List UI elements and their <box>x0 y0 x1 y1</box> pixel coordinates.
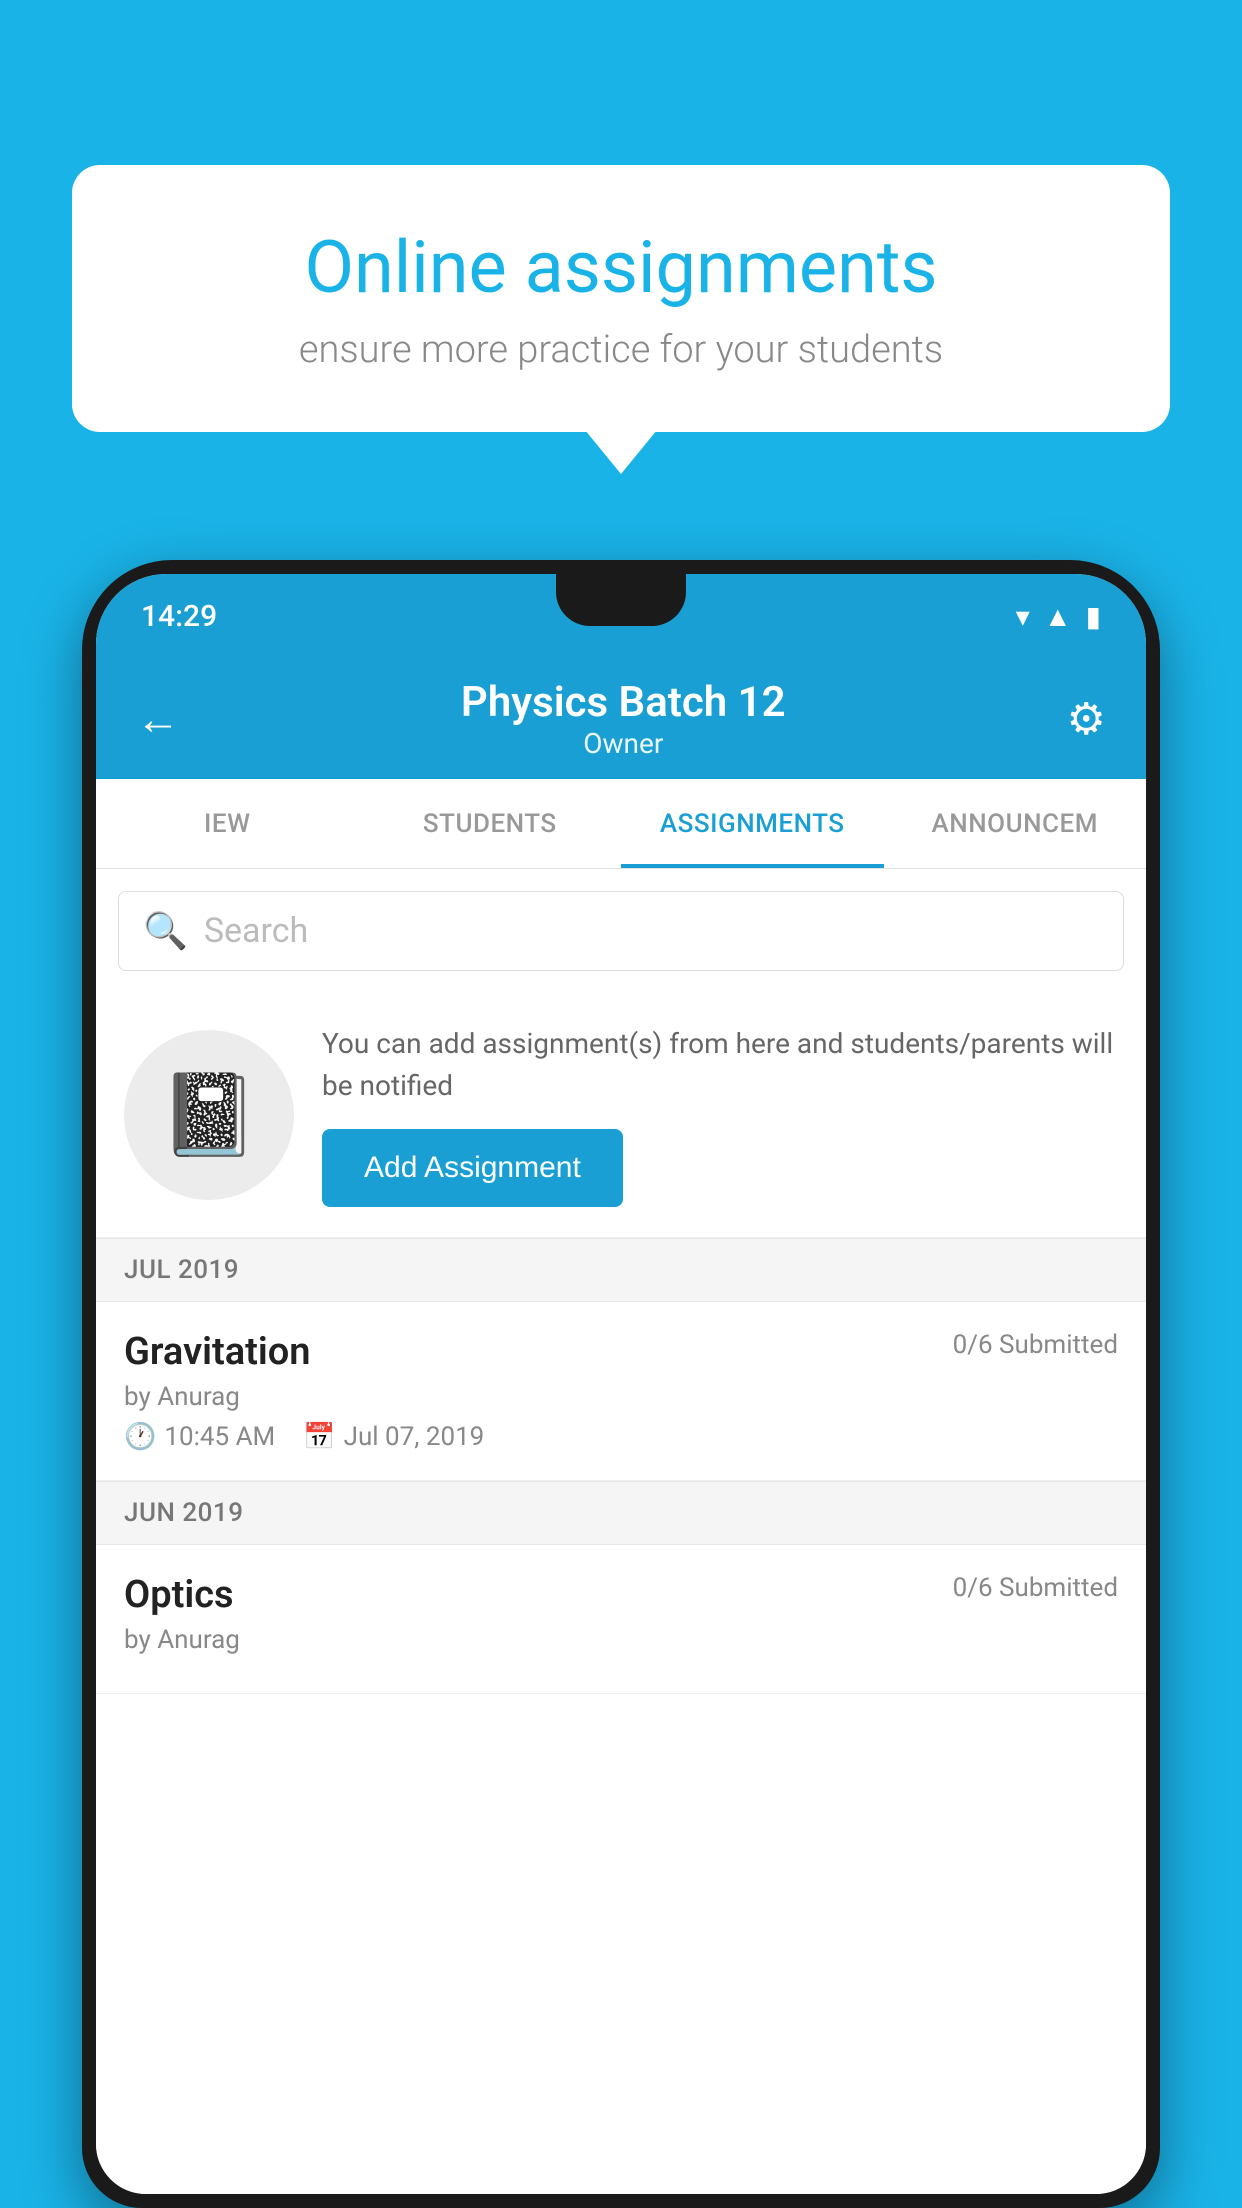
phone-mockup: 14:29 ▾ ▲ ▮ ← Physics Batch 12 Owner ⚙ I… <box>82 560 1160 2208</box>
header-title: Physics Batch 12 <box>461 678 786 727</box>
assignment-by-optics: by Anurag <box>124 1625 1118 1655</box>
search-icon: 🔍 <box>143 910 188 952</box>
status-time: 14:29 <box>141 599 217 634</box>
settings-button[interactable]: ⚙ <box>1067 693 1106 745</box>
back-button[interactable]: ← <box>136 693 180 745</box>
status-bar: 14:29 ▾ ▲ ▮ <box>96 574 1146 659</box>
speech-bubble-container: Online assignments ensure more practice … <box>72 165 1170 432</box>
app-header: ← Physics Batch 12 Owner ⚙ <box>96 659 1146 779</box>
phone-screen: 14:29 ▾ ▲ ▮ ← Physics Batch 12 Owner ⚙ I… <box>96 574 1146 2194</box>
wifi-icon: ▾ <box>1016 600 1030 633</box>
assignment-name-optics: Optics <box>124 1573 234 1617</box>
meta-date: 📅 Jul 07, 2019 <box>303 1422 484 1452</box>
tabs-bar: IEW STUDENTS ASSIGNMENTS ANNOUNCEM <box>96 779 1146 869</box>
calendar-icon: 📅 <box>303 1422 335 1452</box>
header-center: Physics Batch 12 Owner <box>461 678 786 760</box>
assignment-row-top: Gravitation 0/6 Submitted <box>124 1330 1118 1374</box>
battery-icon: ▮ <box>1086 600 1101 633</box>
tab-assignments[interactable]: ASSIGNMENTS <box>621 779 884 868</box>
speech-bubble: Online assignments ensure more practice … <box>72 165 1170 432</box>
tab-announcements[interactable]: ANNOUNCEM <box>884 779 1147 868</box>
clock-icon: 🕐 <box>124 1422 156 1452</box>
assignment-time: 10:45 AM <box>164 1422 275 1452</box>
assignment-item-optics[interactable]: Optics 0/6 Submitted by Anurag <box>96 1545 1146 1694</box>
assignment-row-top-optics: Optics 0/6 Submitted <box>124 1573 1118 1617</box>
status-icons: ▾ ▲ ▮ <box>1016 600 1101 633</box>
assignment-by: by Anurag <box>124 1382 1118 1412</box>
speech-bubble-title: Online assignments <box>142 225 1100 310</box>
assignment-name: Gravitation <box>124 1330 311 1374</box>
assignment-submitted-optics: 0/6 Submitted <box>953 1573 1118 1603</box>
tab-iew[interactable]: IEW <box>96 779 359 868</box>
content-area: 🔍 Search 📓 You can add assignment(s) fro… <box>96 869 1146 2194</box>
assignment-meta: 🕐 10:45 AM 📅 Jul 07, 2019 <box>124 1422 1118 1452</box>
promo-text-area: You can add assignment(s) from here and … <box>322 1023 1118 1207</box>
section-header-jul: JUL 2019 <box>96 1238 1146 1302</box>
assignment-date: Jul 07, 2019 <box>344 1422 485 1452</box>
promo-icon-circle: 📓 <box>124 1030 294 1200</box>
signal-icon: ▲ <box>1044 600 1072 633</box>
tab-students[interactable]: STUDENTS <box>359 779 622 868</box>
search-bar-wrapper: 🔍 Search <box>96 869 1146 993</box>
section-header-jun: JUN 2019 <box>96 1481 1146 1545</box>
search-placeholder: Search <box>204 911 308 951</box>
add-assignment-button[interactable]: Add Assignment <box>322 1129 623 1207</box>
speech-bubble-subtitle: ensure more practice for your students <box>142 328 1100 372</box>
assignment-item-gravitation[interactable]: Gravitation 0/6 Submitted by Anurag 🕐 10… <box>96 1302 1146 1481</box>
promo-description: You can add assignment(s) from here and … <box>322 1023 1118 1107</box>
meta-time: 🕐 10:45 AM <box>124 1422 275 1452</box>
header-subtitle: Owner <box>461 727 786 760</box>
search-bar[interactable]: 🔍 Search <box>118 891 1124 971</box>
promo-section: 📓 You can add assignment(s) from here an… <box>96 993 1146 1238</box>
assignment-submitted: 0/6 Submitted <box>953 1330 1118 1360</box>
notebook-icon: 📓 <box>159 1068 259 1162</box>
